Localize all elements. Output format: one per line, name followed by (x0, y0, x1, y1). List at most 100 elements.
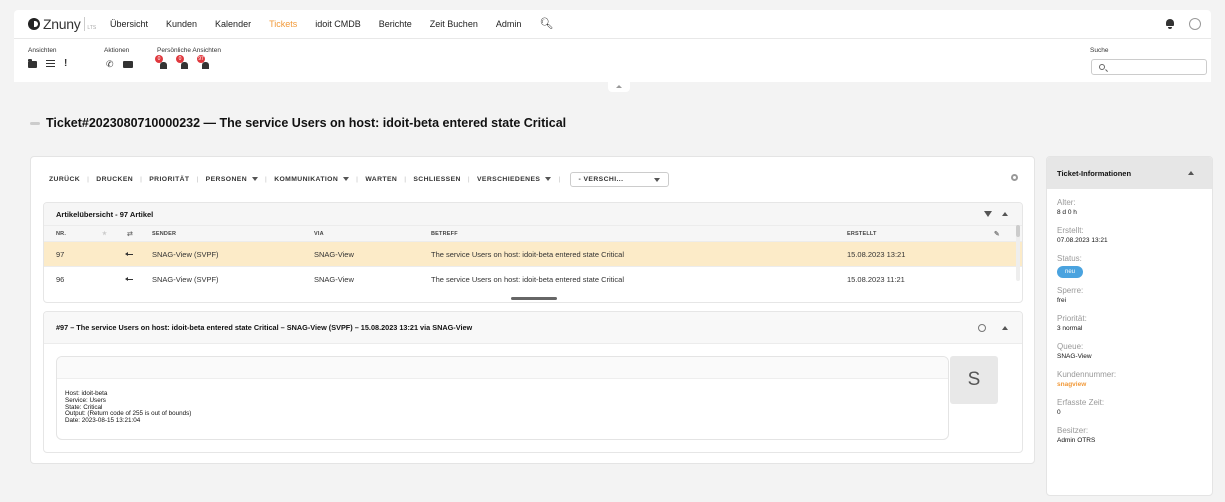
status-badge: neu (1057, 266, 1084, 278)
close-button[interactable]: SCHLIESSEN (413, 176, 460, 183)
pending-button[interactable]: WARTEN (365, 176, 397, 183)
ticket-info-sidebar: Ticket-Informationen Alter: 8 d 0 h Erst… (1046, 156, 1213, 496)
chevron-up-icon[interactable] (1002, 212, 1008, 216)
page-title: Ticket#2023080710000232 — The service Us… (46, 116, 567, 130)
znuny-logo-icon (28, 18, 40, 30)
column-sender[interactable]: SENDER (152, 231, 314, 237)
table-header: NR. ★ ⇄ SENDER VIA BETREFF ERSTELLT ✎ (44, 225, 1022, 241)
people-menu[interactable]: PERSONEN (206, 176, 259, 183)
sender-avatar: S (950, 356, 998, 404)
article-detail: #97 – The service Users on host: idoit-b… (43, 311, 1023, 453)
collapse-toolbar-toggle[interactable] (608, 82, 630, 92)
field-created: Erstellt: 07.08.2023 13:21 (1057, 226, 1108, 244)
sidebar-title: Ticket-Informationen (1057, 168, 1132, 178)
nav-tickets[interactable]: Tickets (269, 10, 298, 40)
field-customer-id: Kundennummer: snagview (1057, 369, 1202, 390)
personal-views-label: Persönliche Ansichten (157, 47, 221, 54)
star-icon[interactable]: ★ (102, 231, 127, 237)
column-subject[interactable]: BETREFF (431, 231, 847, 237)
article-detail-header: #97 – The service Users on host: idoit-b… (44, 312, 1022, 344)
user-area (1165, 18, 1201, 30)
info-icon[interactable] (978, 324, 986, 332)
gear-icon[interactable] (1011, 174, 1018, 181)
phone-ticket-icon[interactable]: ✆ (106, 59, 114, 69)
locked-tickets-icon[interactable]: 0 (155, 55, 169, 69)
user-avatar-icon[interactable] (1189, 18, 1201, 30)
column-via[interactable]: VIA (314, 231, 431, 237)
sidebar-header[interactable]: Ticket-Informationen (1047, 157, 1212, 189)
field-priority: Priorität: 3 normal (1057, 314, 1087, 332)
search-input[interactable] (1091, 59, 1207, 75)
queue-view-icon[interactable] (28, 58, 37, 68)
watched-tickets-badge: 0 (176, 55, 184, 63)
responsible-tickets-icon[interactable]: 97 (197, 55, 211, 69)
misc-menu[interactable]: VERSCHIEDENES (477, 176, 552, 183)
status-view-icon[interactable] (46, 60, 55, 68)
attachment-icon[interactable]: ✎ (994, 230, 1000, 238)
logo-divider (84, 17, 86, 31)
field-queue: Queue: SNAG-View (1057, 342, 1092, 360)
nav-customers[interactable]: Kunden (166, 10, 197, 38)
message-card: Host: idoit-beta Service: Users State: C… (56, 356, 949, 440)
title-decoration (30, 121, 40, 125)
article-overview-title: Artikelübersicht - 97 Artikel (56, 209, 154, 219)
ticket-zoom-panel: ZURÜCK | DRUCKEN | PRIORITÄT | PERSONEN … (30, 156, 1035, 464)
nav-idoit-cmdb[interactable]: idoit CMDB (315, 10, 361, 38)
field-status: Status: neu (1057, 253, 1202, 278)
direction-icon[interactable]: ⇄ (127, 230, 152, 238)
brand-name: Znuny (43, 16, 81, 32)
chevron-down-icon (252, 177, 259, 182)
search-icon[interactable]: 🔍︎ (539, 10, 553, 38)
ticket-action-bar: ZURÜCK | DRUCKEN | PRIORITÄT | PERSONEN … (49, 172, 670, 187)
nav-reports[interactable]: Berichte (379, 10, 412, 38)
table-row[interactable]: 97 SNAG-View (SVPF) SNAG-View The servic… (44, 241, 1022, 266)
nav-time-booking[interactable]: Zeit Buchen (430, 10, 478, 38)
title-row: Ticket#2023080710000232 — The service Us… (30, 116, 566, 130)
message-card-header (57, 357, 948, 379)
article-overview: Artikelübersicht - 97 Artikel NR. ★ ⇄ SE… (43, 202, 1023, 303)
brand-sub: LTS (87, 25, 97, 31)
escalation-view-icon[interactable]: ! (64, 59, 67, 69)
filter-icon[interactable] (984, 211, 992, 217)
views-icons: ! (28, 58, 67, 69)
vertical-scrollbar[interactable] (1016, 225, 1020, 281)
field-lock: Sperre: frei (1057, 286, 1084, 304)
responsible-tickets-badge: 97 (197, 55, 205, 63)
back-button[interactable]: ZURÜCK (49, 176, 80, 183)
field-age: Alter: 8 d 0 h (1057, 198, 1077, 216)
field-owner: Besitzer: Admin OTRS (1057, 426, 1096, 444)
znuny-logo[interactable]: Znuny LTS (28, 16, 110, 32)
chevron-up-icon[interactable] (1002, 326, 1008, 330)
incoming-arrow-icon (125, 276, 133, 282)
locked-tickets-badge: 0 (155, 55, 163, 63)
toolbar: Ansichten Aktionen Persönliche Ansichten… (14, 38, 1211, 82)
chevron-down-icon (343, 177, 350, 182)
views-label: Ansichten (28, 47, 57, 54)
article-overview-header: Artikelübersicht - 97 Artikel (44, 203, 1022, 225)
top-navigation: Znuny LTS Übersicht Kunden Kalender Tick… (14, 10, 1211, 40)
move-queue-select[interactable]: - VERSCHI... (569, 172, 670, 187)
watched-tickets-icon[interactable]: 0 (176, 55, 190, 69)
incoming-arrow-icon (125, 251, 133, 257)
nav-admin[interactable]: Admin (496, 10, 522, 38)
priority-button[interactable]: PRIORITÄT (149, 176, 189, 183)
chevron-up-icon[interactable] (1188, 171, 1194, 175)
sidebar-fields: Alter: 8 d 0 h Erstellt: 07.08.2023 13:2… (1047, 189, 1212, 461)
main-menu: Übersicht Kunden Kalender Tickets idoit … (110, 10, 571, 40)
print-button[interactable]: DRUCKEN (96, 176, 133, 183)
actions-label: Aktionen (104, 47, 130, 54)
column-nr[interactable]: NR. (44, 231, 102, 237)
table-row[interactable]: 96 SNAG-View (SVPF) SNAG-View The servic… (44, 266, 1022, 291)
communication-menu[interactable]: KOMMUNIKATION (274, 176, 350, 183)
message-body: Host: idoit-beta Service: Users State: C… (65, 390, 192, 425)
search-field-icon (1099, 64, 1105, 70)
email-ticket-icon[interactable] (122, 60, 133, 68)
nav-calendar[interactable]: Kalender (215, 10, 251, 38)
customer-id-link[interactable]: snagview (1057, 380, 1202, 390)
resize-handle[interactable] (511, 297, 557, 300)
nav-overview[interactable]: Übersicht (110, 10, 148, 38)
bell-icon[interactable] (1165, 19, 1175, 29)
search-label: Suche (1090, 47, 1109, 54)
column-created[interactable]: ERSTELLT (847, 231, 1007, 237)
chevron-down-icon (654, 177, 661, 182)
